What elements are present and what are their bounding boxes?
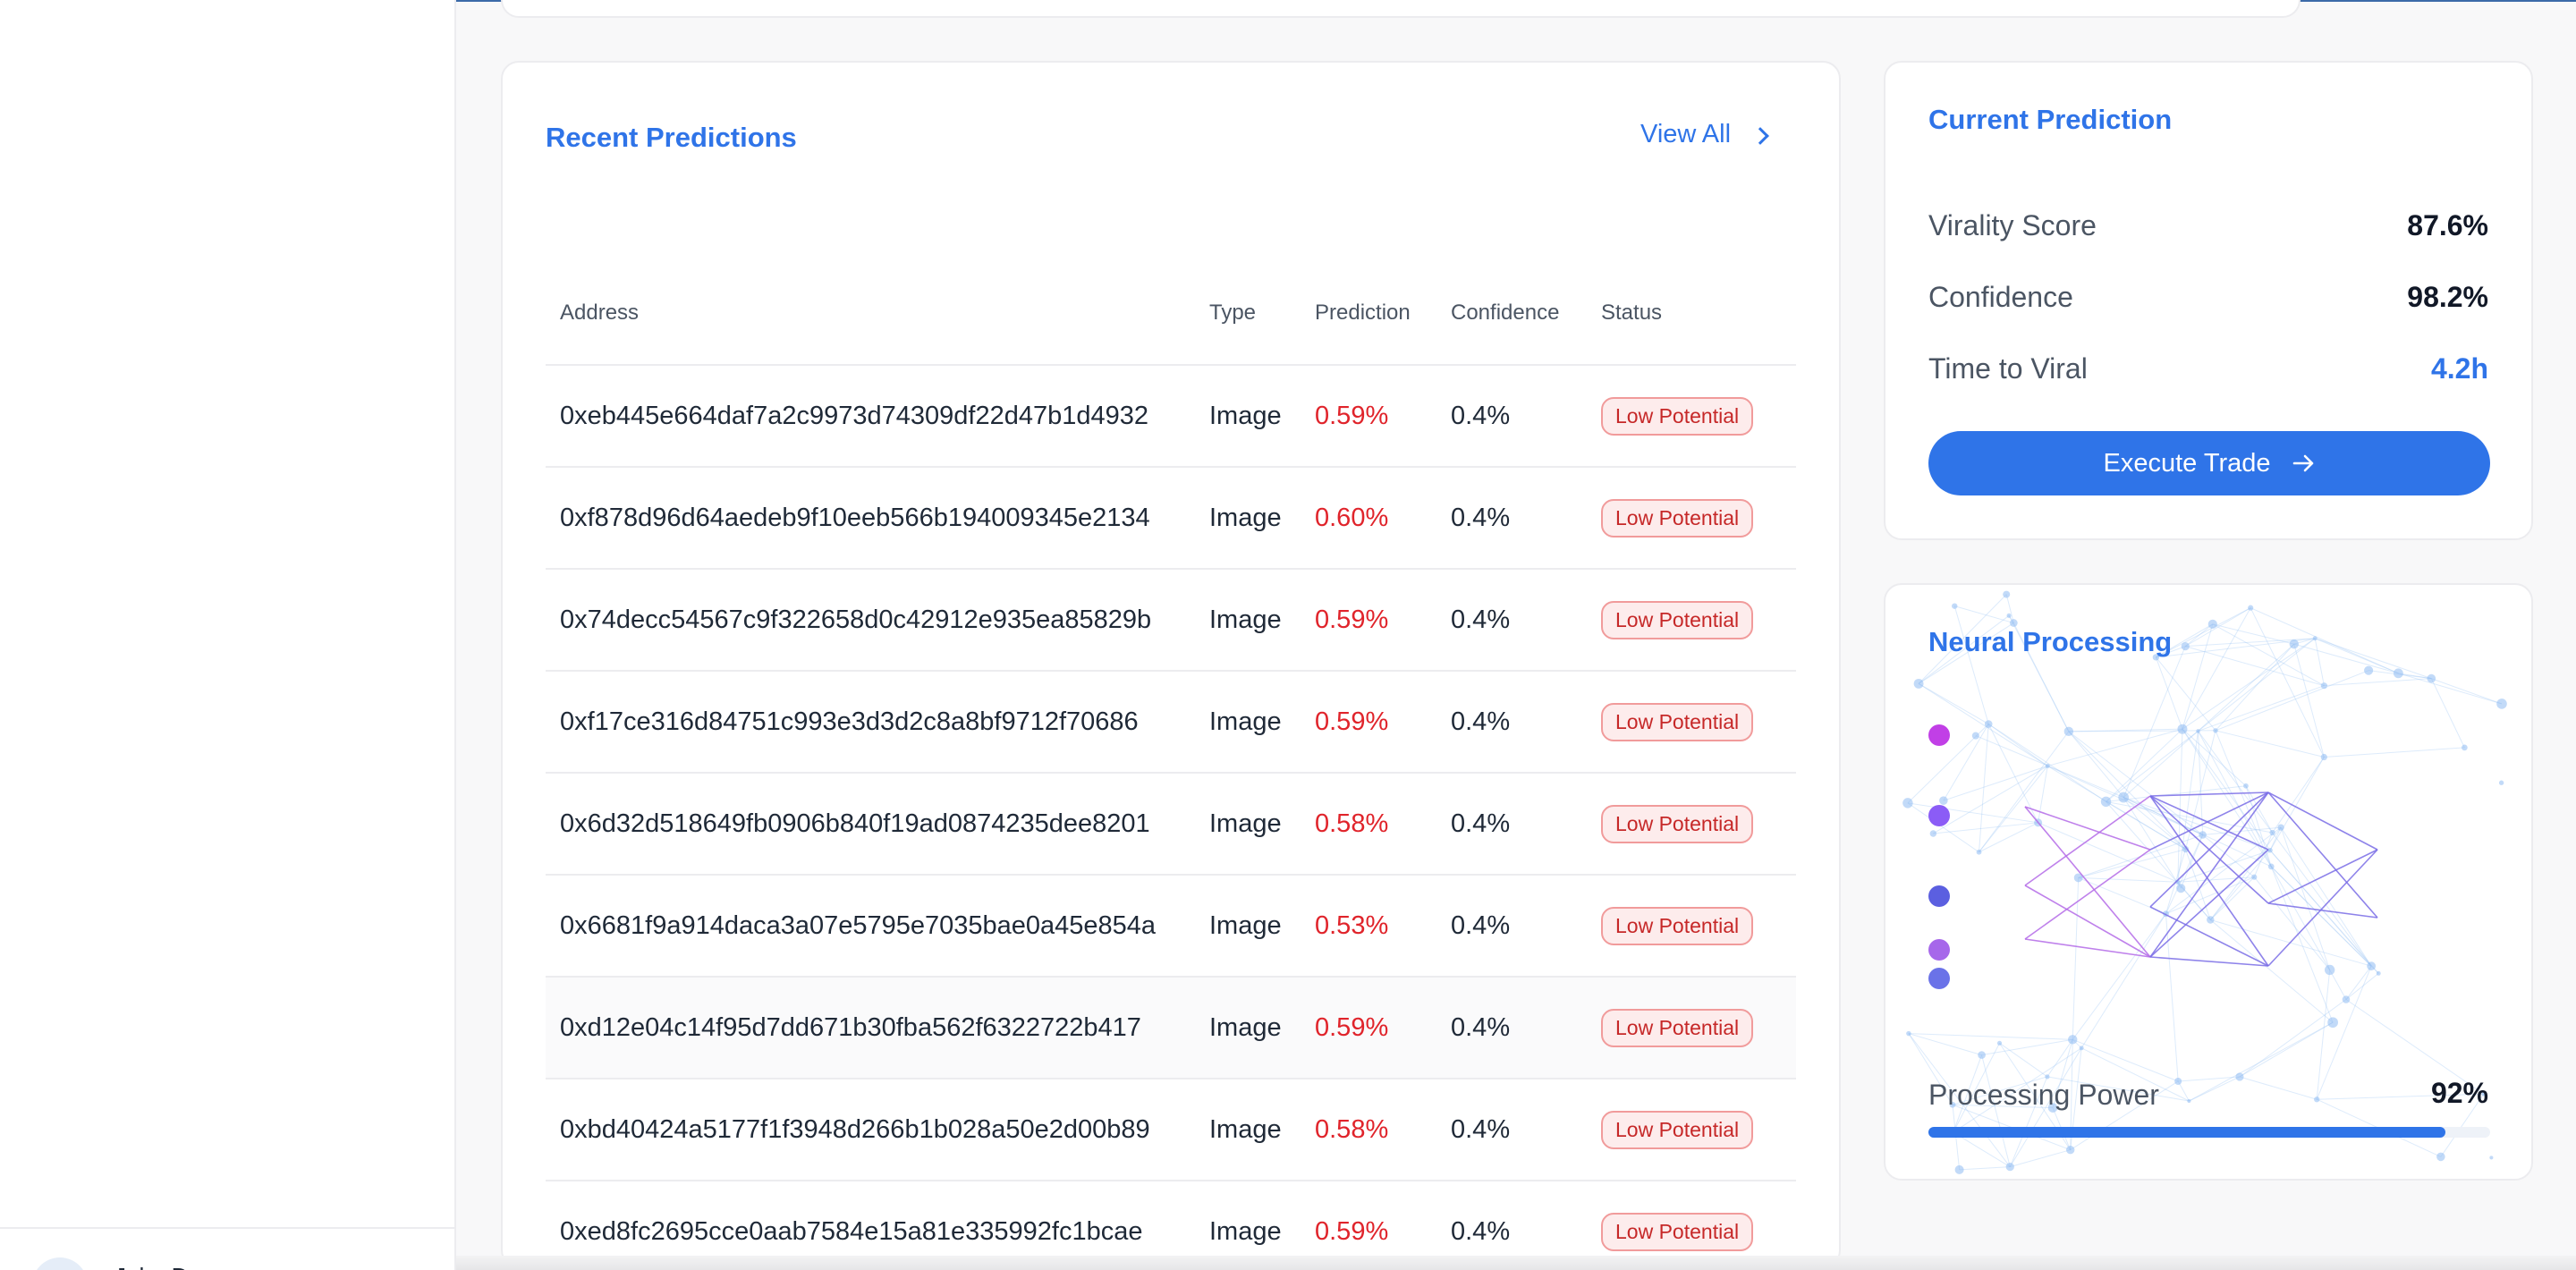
layer-dot	[1928, 805, 1950, 826]
confidence-cell: 0.4%	[1451, 569, 1601, 672]
table-row[interactable]: 0x74decc54567c9f322658d0c42912e935ea8582…	[546, 569, 1796, 672]
prediction-cell: 0.59%	[1315, 365, 1451, 468]
layer-dot	[1928, 968, 1950, 989]
time-to-viral-value: 4.2h	[2430, 352, 2488, 385]
column-header-address[interactable]: Address	[546, 292, 1209, 366]
type-cell: Image	[1209, 977, 1315, 1080]
layer-dot	[1928, 724, 1950, 746]
status-badge: Low Potential	[1601, 804, 1754, 843]
prediction-cell: 0.53%	[1315, 875, 1451, 978]
user-name: John Doe	[114, 1263, 214, 1270]
layer-dot	[1928, 939, 1950, 961]
neural-processing-card: Neural Processing Processing Power 92%	[1884, 583, 2533, 1181]
address-cell: 0xf17ce316d84751c993e3d3d2c8a8bf9712f706…	[546, 671, 1209, 774]
recent-predictions-card: Recent Predictions View All Address Type…	[501, 61, 1841, 1270]
confidence-cell: 0.4%	[1451, 875, 1601, 978]
chevron-right-icon	[1751, 126, 1769, 145]
prediction-cell: 0.59%	[1315, 977, 1451, 1080]
address-cell: 0xf878d96d64aedeb9f10eeb566b194009345e21…	[546, 467, 1209, 570]
arrow-right-icon	[2292, 454, 2313, 472]
table-row[interactable]: 0xf17ce316d84751c993e3d3d2c8a8bf9712f706…	[546, 671, 1796, 774]
table-row[interactable]: 0x6681f9a914daca3a07e5795e7035bae0a45e85…	[546, 875, 1796, 978]
sidebar: John Doe	[0, 0, 456, 1270]
recent-predictions-title: Recent Predictions	[546, 122, 797, 153]
bottom-edge	[456, 1256, 2576, 1270]
confidence-cell: 0.4%	[1451, 1079, 1601, 1181]
type-cell: Image	[1209, 875, 1315, 978]
table-row[interactable]: 0xbd40424a5177f1f3948d266b1b028a50e2d00b…	[546, 1079, 1796, 1181]
type-cell: Image	[1209, 365, 1315, 468]
processing-power-fill	[1928, 1127, 2445, 1138]
execute-trade-button[interactable]: Execute Trade	[1928, 431, 2490, 495]
status-badge: Low Potential	[1601, 1212, 1754, 1251]
neural-processing-title: Neural Processing	[1928, 626, 2173, 657]
address-cell: 0x6d32d518649fb0906b840f19ad0874235dee82…	[546, 773, 1209, 876]
confidence-label: Confidence	[1928, 281, 2073, 313]
confidence-cell: 0.4%	[1451, 773, 1601, 876]
prediction-cell: 0.59%	[1315, 671, 1451, 774]
confidence-cell: 0.4%	[1451, 671, 1601, 774]
virality-score-label: Virality Score	[1928, 209, 2097, 241]
status-badge: Low Potential	[1601, 1008, 1754, 1047]
current-prediction-title: Current Prediction	[1928, 104, 2173, 135]
status-cell: Low Potential	[1601, 569, 1796, 672]
status-cell: Low Potential	[1601, 671, 1796, 774]
table-header-row: Address Type Prediction Confidence Statu…	[546, 292, 1796, 366]
processing-power-label: Processing Power	[1928, 1079, 2159, 1111]
confidence-cell: 0.4%	[1451, 467, 1601, 570]
view-all-label: View All	[1640, 120, 1732, 148]
status-badge: Low Potential	[1601, 600, 1754, 639]
column-header-prediction[interactable]: Prediction	[1315, 292, 1451, 366]
execute-trade-label: Execute Trade	[2103, 448, 2271, 478]
current-prediction-card: Current Prediction Virality Score 87.6% …	[1884, 61, 2533, 540]
prediction-cell: 0.58%	[1315, 773, 1451, 876]
type-cell: Image	[1209, 1079, 1315, 1181]
type-cell: Image	[1209, 773, 1315, 876]
status-badge: Low Potential	[1601, 498, 1754, 538]
processing-power-bar	[1928, 1127, 2490, 1138]
processing-power-value: 92%	[2430, 1077, 2488, 1109]
type-cell: Image	[1209, 671, 1315, 774]
predictions-table: Address Type Prediction Confidence Statu…	[546, 292, 1796, 1270]
prediction-cell: 0.60%	[1315, 467, 1451, 570]
column-header-confidence[interactable]: Confidence	[1451, 292, 1601, 366]
status-badge: Low Potential	[1601, 396, 1754, 436]
status-badge: Low Potential	[1601, 702, 1754, 741]
confidence-cell: 0.4%	[1451, 977, 1601, 1080]
address-cell: 0xd12e04c14f95d7dd671b30fba562f6322722b4…	[546, 977, 1209, 1080]
table-row[interactable]: 0xeb445e664daf7a2c9973d74309df22d47b1d49…	[546, 365, 1796, 468]
column-header-type[interactable]: Type	[1209, 292, 1315, 366]
status-cell: Low Potential	[1601, 875, 1796, 978]
top-card	[501, 0, 2301, 18]
status-cell: Low Potential	[1601, 1079, 1796, 1181]
type-cell: Image	[1209, 569, 1315, 672]
avatar	[32, 1257, 88, 1270]
sidebar-user[interactable]: John Doe	[0, 1227, 456, 1270]
address-cell: 0x6681f9a914daca3a07e5795e7035bae0a45e85…	[546, 875, 1209, 978]
table-row[interactable]: 0xd12e04c14f95d7dd671b30fba562f6322722b4…	[546, 977, 1796, 1080]
column-header-status[interactable]: Status	[1601, 292, 1796, 366]
virality-score-value: 87.6%	[2407, 209, 2488, 241]
type-cell: Image	[1209, 467, 1315, 570]
address-cell: 0x74decc54567c9f322658d0c42912e935ea8582…	[546, 569, 1209, 672]
layer-dot	[1928, 885, 1950, 907]
status-cell: Low Potential	[1601, 773, 1796, 876]
status-badge: Low Potential	[1601, 1110, 1754, 1149]
status-cell: Low Potential	[1601, 365, 1796, 468]
table-row[interactable]: 0x6d32d518649fb0906b840f19ad0874235dee82…	[546, 773, 1796, 876]
prediction-cell: 0.58%	[1315, 1079, 1451, 1181]
table-row[interactable]: 0xf878d96d64aedeb9f10eeb566b194009345e21…	[546, 467, 1796, 570]
confidence-value: 98.2%	[2407, 281, 2488, 313]
address-cell: 0xbd40424a5177f1f3948d266b1b028a50e2d00b…	[546, 1079, 1209, 1181]
status-cell: Low Potential	[1601, 467, 1796, 570]
time-to-viral-label: Time to Viral	[1928, 352, 2088, 385]
confidence-cell: 0.4%	[1451, 365, 1601, 468]
status-badge: Low Potential	[1601, 906, 1754, 945]
address-cell: 0xeb445e664daf7a2c9973d74309df22d47b1d49…	[546, 365, 1209, 468]
status-cell: Low Potential	[1601, 977, 1796, 1080]
prediction-cell: 0.59%	[1315, 569, 1451, 672]
view-all-link[interactable]: View All	[1640, 120, 1769, 149]
